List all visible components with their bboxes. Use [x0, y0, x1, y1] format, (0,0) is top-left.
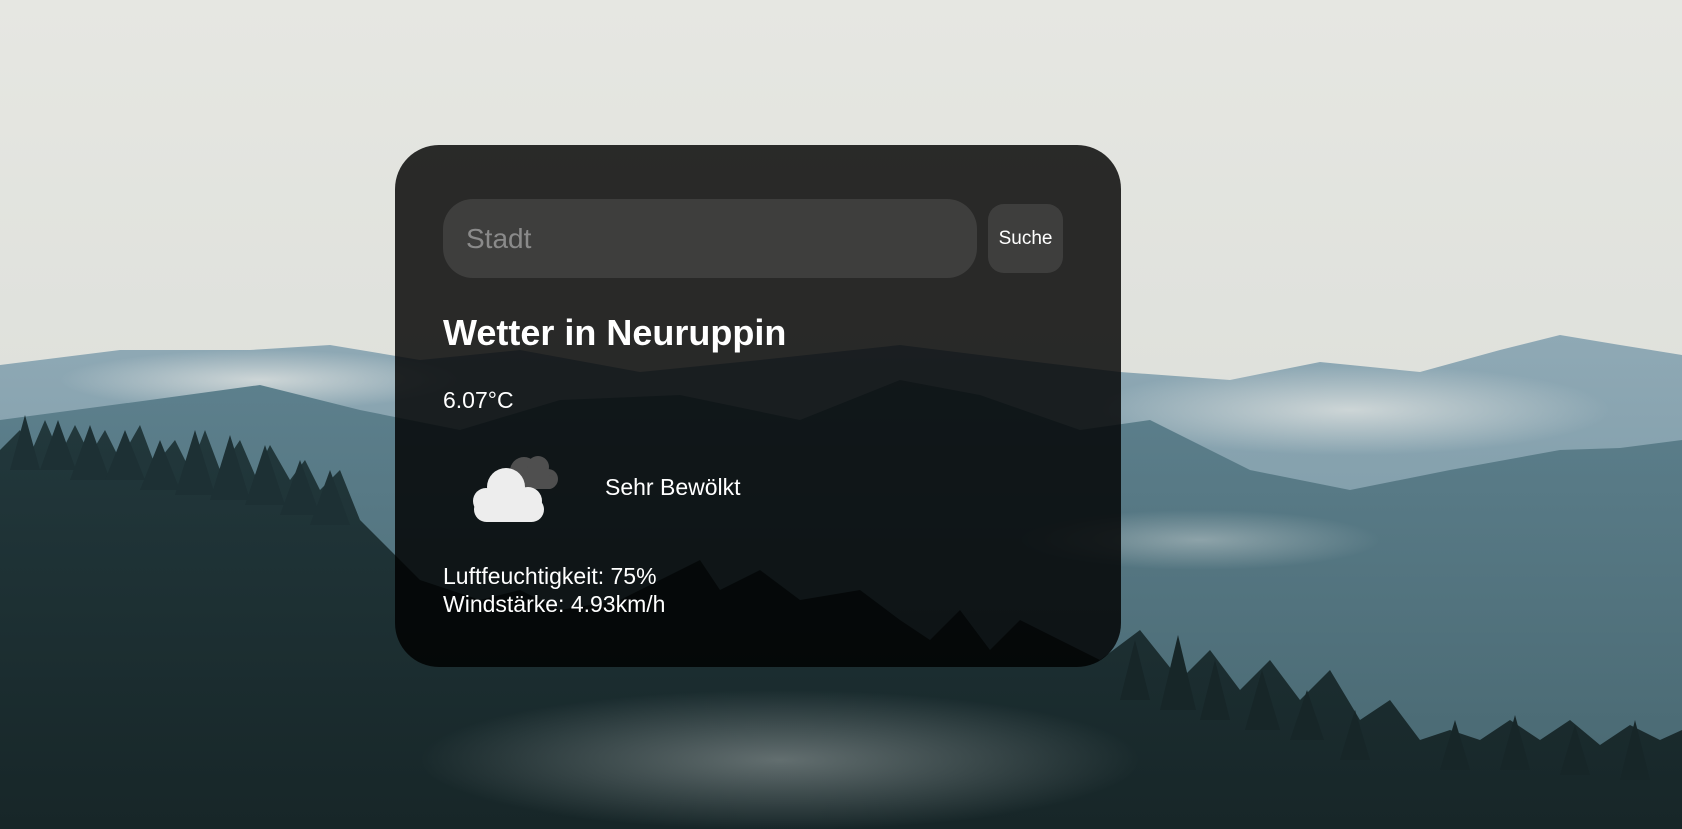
broken-clouds-icon	[458, 445, 568, 529]
weather-details: Luftfeuchtigkeit: 75% Windstärke: 4.93km…	[443, 562, 1063, 618]
humidity-value: Luftfeuchtigkeit: 75%	[443, 563, 657, 589]
weather-condition-row: Sehr Bewölkt	[443, 445, 1063, 529]
weather-description: Sehr Bewölkt	[605, 473, 741, 500]
search-button[interactable]: Suche	[988, 204, 1063, 273]
city-search-input[interactable]	[443, 199, 978, 278]
temperature-value: 6.07°C	[443, 387, 514, 413]
search-bar: Suche	[443, 199, 1063, 278]
city-title: Wetter in Neuruppin	[443, 312, 787, 353]
weather-card: Suche Wetter in Neuruppin 6.07°C	[395, 145, 1121, 667]
wind-speed-value: Windstärke: 4.93km/h	[443, 591, 666, 617]
